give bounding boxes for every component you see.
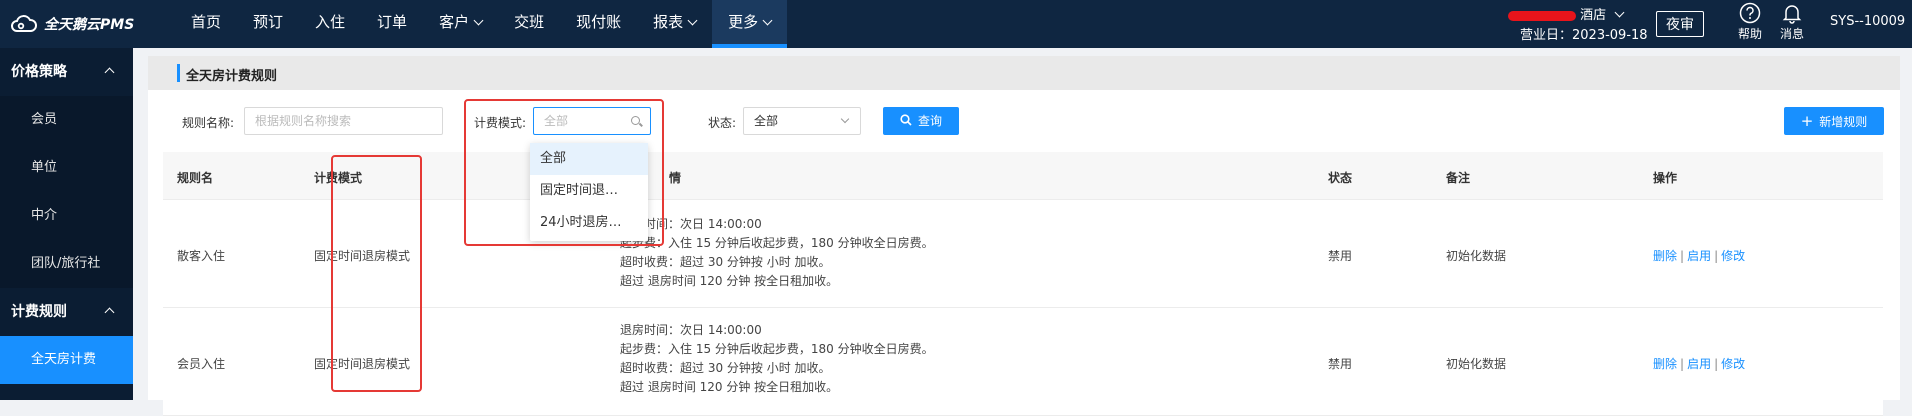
sidebar-item-company[interactable]: 单位 <box>0 144 133 192</box>
sidebar-item-member[interactable]: 会员 <box>0 96 133 144</box>
hotel-name-suffix: 酒店 <box>1580 8 1607 23</box>
sidebar-item-group-travel[interactable]: 团队/旅行社 <box>0 240 133 288</box>
search-icon <box>900 114 912 126</box>
cell-rule-name: 会员入住 <box>177 357 226 371</box>
col-status: 状态 <box>1328 171 1353 185</box>
plus-icon: + <box>1800 112 1814 130</box>
enable-link[interactable]: 启用 <box>1687 357 1711 371</box>
sidebar-item-full-day-billing[interactable]: 全天房计费 <box>0 336 133 384</box>
cell-billing-mode: 固定时间退房模式 <box>314 249 411 263</box>
night-audit-button[interactable]: 夜审 <box>1656 11 1704 37</box>
status-select-value: 全部 <box>754 114 779 128</box>
dropdown-option-fixed-time[interactable]: 固定时间退… <box>530 175 648 207</box>
edit-link[interactable]: 修改 <box>1721 357 1745 371</box>
top-navbar: 全天鹅云PMS 首页 预订 入住 订单 客户 交班 现付账 报表 更多 酒店 营… <box>0 0 1912 48</box>
dropdown-option-all[interactable]: 全部 <box>530 143 648 175</box>
redaction-mark <box>1508 10 1576 21</box>
col-remark: 备注 <box>1446 171 1471 185</box>
add-rule-button[interactable]: + 新增规则 <box>1784 107 1884 135</box>
row-actions: 删除 | 启用 | 修改 <box>1653 357 1746 371</box>
main-nav: 首页 预订 入住 订单 客户 交班 现付账 报表 更多 <box>175 0 788 48</box>
enable-link[interactable]: 启用 <box>1687 249 1711 263</box>
col-details: 情 <box>669 171 682 185</box>
sidebar-group-price-strategy[interactable]: 价格策略 <box>0 48 133 96</box>
nav-customers[interactable]: 客户 <box>423 0 498 48</box>
app-name: 全天鹅云PMS <box>44 17 135 33</box>
chevron-up-icon <box>104 307 115 318</box>
messages-button[interactable]: 消息 <box>1774 2 1810 42</box>
billing-mode-label: 计费模式: <box>474 116 527 130</box>
rule-name-label: 规则名称: <box>182 116 235 130</box>
chevron-down-icon <box>840 114 850 124</box>
nav-home[interactable]: 首页 <box>175 0 237 48</box>
help-icon <box>1739 2 1761 24</box>
chevron-down-icon <box>762 15 773 26</box>
row-actions: 删除 | 启用 | 修改 <box>1653 249 1746 263</box>
cell-status: 禁用 <box>1328 249 1353 263</box>
cell-status: 禁用 <box>1328 357 1353 371</box>
delete-link[interactable]: 删除 <box>1653 357 1677 371</box>
nav-cash-account[interactable]: 现付账 <box>560 0 637 48</box>
col-actions: 操作 <box>1653 171 1678 185</box>
sidebar-item-agent[interactable]: 中介 <box>0 192 133 240</box>
nav-booking[interactable]: 预订 <box>237 0 299 48</box>
page-title: 全天房计费规则 <box>186 69 278 84</box>
help-label: 帮助 <box>1737 27 1762 41</box>
app-logo[interactable]: 全天鹅云PMS <box>10 13 134 35</box>
table-row: 散客入住 固定时间退房模式 退房时间：次日 14:00:00 起步费：入住 15… <box>163 200 1883 308</box>
status-select[interactable]: 全部 <box>743 107 861 135</box>
main-content: 全天房计费规则 规则名称: 根据规则名称搜索 计费模式: 全部 状态: 全部 查… <box>148 56 1900 416</box>
title-accent-bar <box>177 64 180 82</box>
col-billing-mode: 计费模式 <box>314 171 363 185</box>
sidebar: 价格策略 会员 单位 中介 团队/旅行社 计费规则 全天房计费 <box>0 48 133 400</box>
bell-icon <box>1782 5 1802 24</box>
dropdown-option-24h[interactable]: 24小时退房… <box>530 207 648 239</box>
nav-more[interactable]: 更多 <box>712 0 788 48</box>
chevron-down-icon <box>473 15 484 26</box>
help-button[interactable]: 帮助 <box>1732 2 1768 42</box>
query-button[interactable]: 查询 <box>883 107 959 135</box>
user-menu[interactable]: SYS--10009 <box>1830 14 1905 29</box>
billing-mode-dropdown: 全部 固定时间退… 24小时退房… <box>530 143 648 241</box>
cell-billing-mode: 固定时间退房模式 <box>314 357 411 371</box>
delete-link[interactable]: 删除 <box>1653 249 1677 263</box>
chevron-down-icon <box>1614 7 1625 18</box>
billing-mode-placeholder: 全部 <box>544 114 569 128</box>
hotel-selector[interactable]: 酒店 <box>1508 4 1625 23</box>
nav-reports[interactable]: 报表 <box>637 0 712 48</box>
cell-details: 退房时间：次日 14:00:00 起步费：入住 15 分钟后收起步费，180 分… <box>620 323 934 394</box>
cell-remark: 初始化数据 <box>1446 357 1507 371</box>
col-rule-name: 规则名 <box>177 171 214 185</box>
sidebar-group-billing-rules[interactable]: 计费规则 <box>0 288 133 336</box>
nav-shift[interactable]: 交班 <box>498 0 560 48</box>
cell-remark: 初始化数据 <box>1446 249 1507 263</box>
rule-name-placeholder: 根据规则名称搜索 <box>255 114 352 128</box>
page-title-bar: 全天房计费规则 <box>148 56 1900 90</box>
cloud-logo-icon <box>11 15 37 32</box>
table-header: 规则名 计费模式 情 状态 备注 操作 <box>163 152 1883 200</box>
messages-label: 消息 <box>1779 27 1804 41</box>
nav-checkin[interactable]: 入住 <box>299 0 361 48</box>
nav-orders[interactable]: 订单 <box>361 0 423 48</box>
rule-name-input[interactable]: 根据规则名称搜索 <box>244 107 443 135</box>
billing-mode-select[interactable]: 全部 <box>533 107 651 135</box>
business-date: 营业日：2023-09-18 <box>1520 28 1648 43</box>
chevron-down-icon <box>687 15 698 26</box>
user-name: SYS--10009 <box>1830 14 1906 29</box>
chevron-up-icon <box>104 67 115 78</box>
edit-link[interactable]: 修改 <box>1721 249 1745 263</box>
cell-rule-name: 散客入住 <box>177 249 226 263</box>
cell-details: 退房时间：次日 14:00:00 起步费：入住 15 分钟后收起步费，180 分… <box>620 217 934 288</box>
search-icon <box>631 116 640 125</box>
status-label: 状态: <box>708 116 737 130</box>
